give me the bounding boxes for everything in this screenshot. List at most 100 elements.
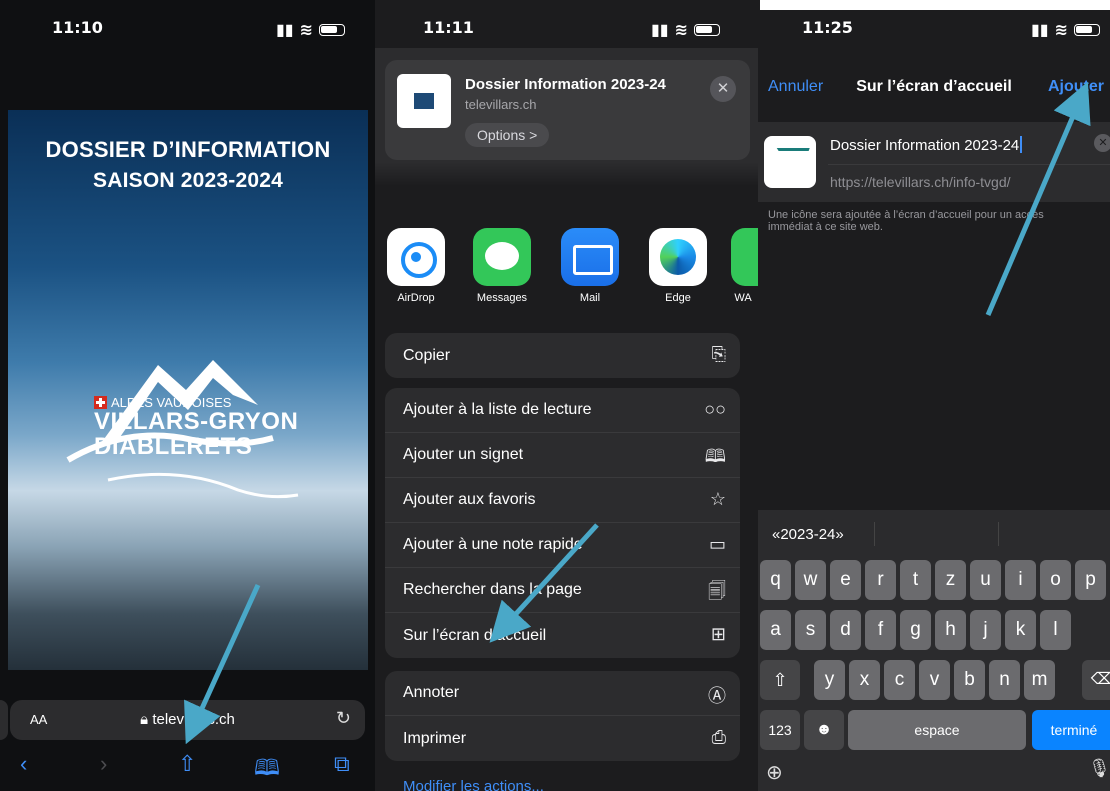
key-e[interactable]: e — [830, 560, 861, 600]
app-whatsapp[interactable]: WA — [723, 228, 760, 304]
status-bar: 11:10 ▮▮ ≋ — [0, 0, 375, 48]
address-url[interactable]: 🔒︎ televillars.ch — [10, 711, 365, 728]
status-icons: ▮▮ ≋ — [1031, 20, 1100, 39]
suggestion-divider — [874, 522, 875, 546]
bookmark-form: Dossier Information 2023-24 ✕ https://te… — [758, 122, 1110, 202]
action-copy[interactable]: Copier ⎘ — [385, 333, 740, 378]
key-b[interactable]: b — [954, 660, 985, 700]
action-reading-list[interactable]: Ajouter à la liste de lecture ○○ — [385, 388, 740, 433]
app-airdrop[interactable]: AirDrop — [381, 228, 451, 304]
action-group-copy: Copier ⎘ — [385, 333, 740, 378]
quick-note-icon: ▭ — [708, 534, 726, 554]
action-quick-note[interactable]: Ajouter à une note rapide ▭ — [385, 523, 740, 568]
action-label: Ajouter aux favoris — [403, 491, 536, 508]
screen-share-sheet: 11:11 ▮▮ ≋ Dossier Information 2023-24 t… — [375, 0, 760, 791]
key-q[interactable]: q — [760, 560, 791, 600]
swiss-cross-icon — [94, 396, 107, 409]
key-h[interactable]: h — [935, 610, 966, 650]
keyboard: «2023-24» qwertzuiop asdfghjkl yxcvbnm ⇧… — [758, 510, 1110, 791]
key-v[interactable]: v — [919, 660, 950, 700]
status-bar: 11:25 ▮▮ ≋ — [758, 10, 1110, 58]
edit-actions-link[interactable]: Modifier les actions... — [403, 778, 544, 791]
shift-key[interactable]: ⇧ — [760, 660, 800, 700]
status-icons: ▮▮ ≋ — [276, 20, 345, 39]
key-j[interactable]: j — [970, 610, 1001, 650]
delete-key[interactable]: ⌫ — [1082, 660, 1110, 700]
key-w[interactable]: w — [795, 560, 826, 600]
key-r[interactable]: r — [865, 560, 896, 600]
messages-icon — [473, 228, 531, 286]
hero-line-1: DOSSIER D’INFORMATION — [45, 137, 331, 162]
nav-bar: Annuler Sur l’écran d’accueil Ajouter — [758, 74, 1110, 104]
whatsapp-icon — [731, 228, 760, 286]
action-markup[interactable]: Annoter Ⓐ — [385, 671, 740, 716]
share-header-card: Dossier Information 2023-24 televillars.… — [385, 60, 750, 160]
share-icon[interactable]: ⇧ — [178, 751, 196, 777]
name-input[interactable]: Dossier Information 2023-24 — [830, 136, 1023, 154]
address-bar[interactable]: AA 🔒︎ televillars.ch ↻ — [10, 700, 365, 740]
app-label: Messages — [476, 292, 528, 304]
done-key[interactable]: terminé — [1032, 710, 1110, 750]
key-m[interactable]: m — [1024, 660, 1055, 700]
key-a[interactable]: a — [760, 610, 791, 650]
key-f[interactable]: f — [865, 610, 896, 650]
key-n[interactable]: n — [989, 660, 1020, 700]
key-i[interactable]: i — [1005, 560, 1036, 600]
tabs-icon[interactable]: ⧉ — [334, 751, 350, 777]
action-label: Imprimer — [403, 729, 467, 747]
action-add-bookmark[interactable]: Ajouter un signet 🕮︎ — [385, 433, 740, 478]
action-label: Rechercher dans la page — [403, 581, 582, 598]
key-z[interactable]: z — [935, 560, 966, 600]
back-icon[interactable]: ‹ — [20, 751, 27, 777]
key-s[interactable]: s — [795, 610, 826, 650]
action-group-other: Annoter Ⓐ Imprimer ⎙ — [385, 671, 740, 761]
app-share-row: AirDrop Messages Mail Edge WA — [375, 228, 760, 318]
autocomplete-suggestion[interactable]: «2023-24» — [772, 526, 844, 543]
app-messages[interactable]: Messages — [467, 228, 537, 304]
options-button[interactable]: Options > — [465, 123, 550, 147]
key-d[interactable]: d — [830, 610, 861, 650]
action-print[interactable]: Imprimer ⎙ — [385, 716, 740, 761]
copy-icon: ⎘ — [711, 344, 726, 364]
globe-icon[interactable]: ⊕ — [766, 760, 783, 785]
hero-title: DOSSIER D’INFORMATION SAISON 2023-2024 — [8, 134, 368, 196]
action-find-in-page[interactable]: Rechercher dans la page 🗐︎ — [385, 568, 740, 613]
forward-icon[interactable]: › — [100, 751, 107, 777]
key-u[interactable]: u — [970, 560, 1001, 600]
key-x[interactable]: x — [849, 660, 880, 700]
emoji-key[interactable]: ☻ — [804, 710, 844, 750]
add-button[interactable]: Ajouter — [1048, 78, 1104, 96]
action-add-favorites[interactable]: Ajouter aux favoris ☆ — [385, 478, 740, 523]
bookmarks-icon[interactable]: 🕮︎ — [254, 751, 280, 789]
key-g[interactable]: g — [900, 610, 931, 650]
app-mail[interactable]: Mail — [555, 228, 625, 304]
app-edge[interactable]: Edge — [643, 228, 713, 304]
logo-line-1: VILLARS-GRYON — [94, 408, 299, 435]
numbers-key[interactable]: 123 — [760, 710, 800, 750]
previous-tab-bar[interactable] — [0, 700, 8, 740]
signal-icon: ▮▮ — [1030, 20, 1049, 39]
key-p[interactable]: p — [1075, 560, 1106, 600]
key-k[interactable]: k — [1005, 610, 1036, 650]
space-key[interactable]: espace — [848, 710, 1026, 750]
key-o[interactable]: o — [1040, 560, 1071, 600]
action-add-to-home-screen[interactable]: Sur l’écran d’accueil ⊞ — [385, 613, 740, 658]
people-suggestions[interactable] — [375, 162, 760, 186]
action-group-safari: Ajouter à la liste de lecture ○○ Ajouter… — [385, 388, 740, 658]
key-t[interactable]: t — [900, 560, 931, 600]
edge-icon — [649, 228, 707, 286]
hero-line-2: SAISON 2023-2024 — [93, 169, 283, 192]
hint-text: Une icône sera ajoutée à l’écran d’accue… — [768, 209, 1044, 233]
suggestion-divider — [998, 522, 999, 546]
key-y[interactable]: y — [814, 660, 845, 700]
url-field: https://televillars.ch/info-tvgd/ — [830, 174, 1011, 190]
safari-toolbar: ‹ › ⇧ 🕮︎ ⧉ — [0, 745, 375, 785]
close-icon[interactable]: ✕ — [710, 76, 736, 102]
key-c[interactable]: c — [884, 660, 915, 700]
reload-icon[interactable]: ↻ — [336, 708, 351, 729]
clear-icon[interactable]: ✕ — [1094, 134, 1110, 152]
key-l[interactable]: l — [1040, 610, 1071, 650]
microphone-icon[interactable]: 🎙︎ — [1088, 758, 1110, 779]
airdrop-icon — [387, 228, 445, 286]
divider — [828, 164, 1110, 165]
